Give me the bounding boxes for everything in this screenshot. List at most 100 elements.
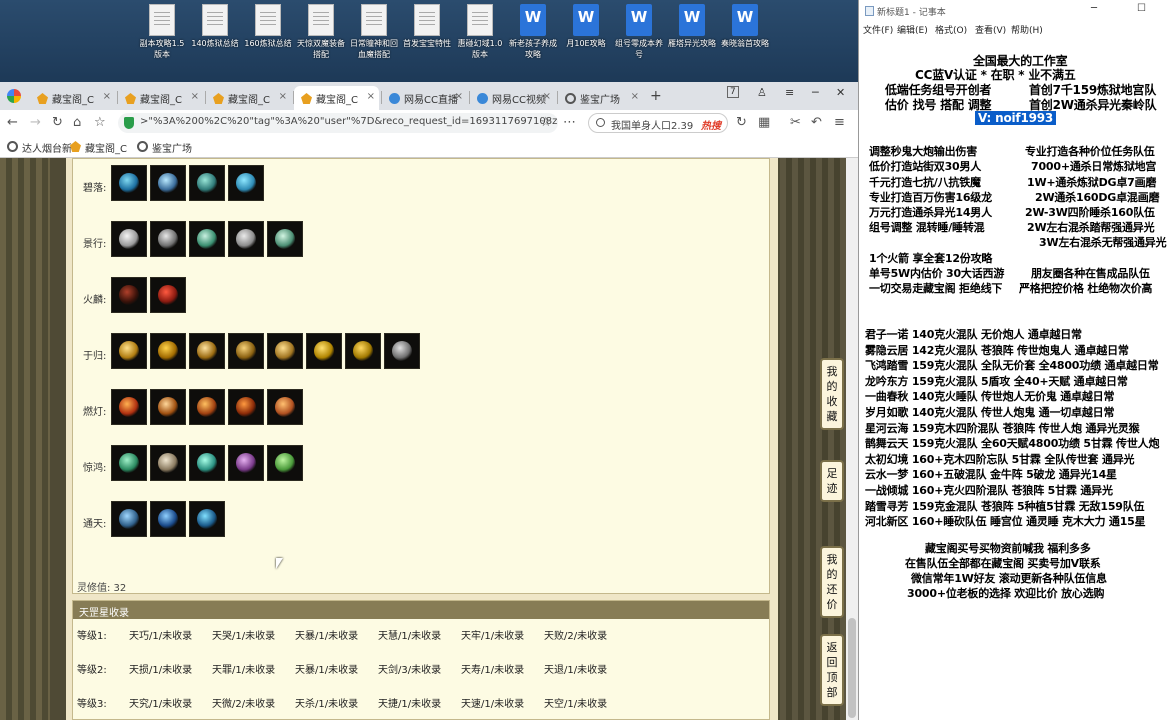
bookmark-2[interactable]: 藏宝阁_C bbox=[70, 140, 127, 155]
tab-close-icon[interactable]: × bbox=[191, 91, 199, 102]
equipment-item-icon[interactable] bbox=[267, 389, 303, 425]
notepad-line: 鹊舞云天 159克火混队 全60天赋4800功绩 5甘霖 传世人炮 bbox=[865, 437, 1160, 451]
equipment-item-icon[interactable] bbox=[111, 165, 147, 201]
equipment-item-icon[interactable] bbox=[111, 445, 147, 481]
notepad-text-area[interactable]: 全国最大的工作室 CC蓝V认证 * 在职 * 业不满五 低端任务组号开创者 首创7千1… bbox=[859, 38, 1170, 720]
forward-icon[interactable]: → bbox=[30, 115, 41, 130]
back-to-top-button[interactable]: 返回顶部 bbox=[820, 634, 844, 706]
equipment-item-icon[interactable] bbox=[267, 333, 303, 369]
notepad-menu-item[interactable]: 文件(F) bbox=[863, 23, 893, 36]
equipment-item-icon[interactable] bbox=[150, 445, 186, 481]
desktop-shortcut[interactable]: 副本攻略1.5版本 bbox=[136, 4, 188, 60]
window-count-badge[interactable]: 7 bbox=[727, 86, 739, 98]
browser-tab[interactable]: 藏宝阁_C × bbox=[30, 86, 115, 110]
browser-tab[interactable]: 鉴宝广场 × bbox=[558, 86, 643, 110]
page-scrollbar[interactable] bbox=[846, 158, 858, 720]
equipment-item-icon[interactable] bbox=[345, 333, 381, 369]
equipment-item-icon[interactable] bbox=[111, 277, 147, 313]
equipment-item-icon[interactable] bbox=[111, 389, 147, 425]
tab-close-icon[interactable]: × bbox=[631, 91, 639, 102]
desktop-shortcut[interactable]: 日常瞳神和回血魔搭配 bbox=[348, 4, 400, 60]
equipment-item-icon[interactable] bbox=[150, 165, 186, 201]
equipment-item-icon[interactable] bbox=[111, 501, 147, 537]
equipment-item-icon[interactable] bbox=[189, 389, 225, 425]
apps-icon[interactable]: ▦ bbox=[758, 115, 770, 130]
equipment-item-icon[interactable] bbox=[150, 221, 186, 257]
text-file-icon bbox=[202, 4, 228, 36]
bookmark-1[interactable]: 达人烟台新 bbox=[7, 140, 72, 155]
new-tab-icon[interactable]: + bbox=[650, 88, 662, 104]
equipment-item-icon[interactable] bbox=[189, 333, 225, 369]
desktop-shortcut[interactable]: 天惊双魔装备搭配 bbox=[295, 4, 347, 60]
equipment-item-icon[interactable] bbox=[228, 389, 264, 425]
desktop-shortcut[interactable]: 首发宝宝特性 bbox=[401, 4, 453, 49]
home-icon[interactable]: ⌂ bbox=[73, 115, 81, 130]
equipment-item-icon[interactable] bbox=[306, 333, 342, 369]
scrollbar-thumb[interactable] bbox=[848, 618, 856, 718]
desktop-shortcut[interactable]: 奏晓翁首攻略 bbox=[719, 4, 771, 49]
reload-icon[interactable]: ↻ bbox=[52, 115, 63, 130]
my-bargains-button[interactable]: 我的还价 bbox=[820, 546, 844, 618]
desktop-shortcut[interactable]: 月10E攻略 bbox=[560, 4, 612, 49]
equipment-item-icon[interactable] bbox=[111, 333, 147, 369]
tab-close-icon[interactable]: × bbox=[543, 91, 551, 102]
browser-tab[interactable]: 藏宝阁_C × bbox=[206, 86, 291, 110]
notepad-line: 严格把控价格 杜绝物次价高 bbox=[1019, 282, 1153, 295]
browser-tab[interactable]: 藏宝阁_C × bbox=[294, 86, 379, 110]
desktop-shortcut[interactable]: 160炼狱总结 bbox=[242, 4, 294, 49]
desktop-shortcut[interactable]: 新老孩子养成攻略 bbox=[507, 4, 559, 60]
desktop-shortcut[interactable]: 140炼狱总结 bbox=[189, 4, 241, 49]
equipment-item-icon[interactable] bbox=[189, 221, 225, 257]
equipment-item-icon[interactable] bbox=[189, 445, 225, 481]
close-icon[interactable]: ✕ bbox=[836, 86, 845, 99]
refresh-icon[interactable]: ↻ bbox=[736, 115, 747, 130]
notepad-menu-item[interactable]: 编辑(E) bbox=[897, 23, 928, 36]
equipment-item-icon[interactable] bbox=[150, 333, 186, 369]
equipment-item-icon[interactable] bbox=[384, 333, 420, 369]
desktop-shortcut[interactable]: 组号零成本养号 bbox=[613, 4, 665, 60]
equipment-item-icon[interactable] bbox=[150, 389, 186, 425]
notepad-menu-item[interactable]: 帮助(H) bbox=[1011, 23, 1043, 36]
equipment-item-icon[interactable] bbox=[228, 221, 264, 257]
star-icon[interactable]: ☆ bbox=[94, 115, 106, 130]
bookmark-3[interactable]: 鉴宝广场 bbox=[137, 140, 192, 155]
desktop-shortcut[interactable]: 惠碰幻域1.0版本 bbox=[454, 4, 506, 60]
tab-close-icon[interactable]: × bbox=[279, 91, 287, 102]
skin-icon[interactable]: ♙ bbox=[757, 86, 767, 99]
equipment-item-icon[interactable] bbox=[150, 277, 186, 313]
undo-icon[interactable]: ↶ bbox=[811, 115, 822, 130]
search-box[interactable]: 我国单身人口2.39 热搜 bbox=[588, 113, 728, 133]
back-icon[interactable]: ← bbox=[7, 115, 18, 130]
minimize-icon[interactable]: ─ bbox=[1091, 3, 1097, 14]
equipment-item-icon[interactable] bbox=[267, 445, 303, 481]
equipment-item-icon[interactable] bbox=[189, 165, 225, 201]
maximize-icon[interactable]: ☐ bbox=[1137, 3, 1146, 14]
minimize-icon[interactable]: ─ bbox=[812, 86, 819, 99]
equipment-item-icon[interactable] bbox=[228, 165, 264, 201]
footprints-button[interactable]: 足迹 bbox=[820, 460, 844, 502]
browser-tab[interactable]: 网易CC直播 × bbox=[382, 86, 467, 110]
equipment-item-icon[interactable] bbox=[267, 221, 303, 257]
address-bar[interactable]: >"%3A%200%2C%20"tag"%3A%20"user"%7D&reco… bbox=[118, 113, 558, 133]
equipment-item-icon[interactable] bbox=[228, 445, 264, 481]
browser-logo-icon[interactable] bbox=[7, 89, 21, 103]
equipment-item-icon[interactable] bbox=[150, 501, 186, 537]
tab-close-icon[interactable]: × bbox=[455, 91, 463, 102]
desktop-shortcut[interactable]: 雁塔异光攻略 bbox=[666, 4, 718, 49]
tab-close-icon[interactable]: × bbox=[103, 91, 111, 102]
notepad-menu-item[interactable]: 格式(O) bbox=[935, 23, 967, 36]
equipment-item-icon[interactable] bbox=[228, 333, 264, 369]
notepad-menu-item[interactable]: 查看(V) bbox=[975, 23, 1006, 36]
cut-icon[interactable]: ✂ bbox=[790, 115, 801, 130]
bookmark-page-icon[interactable]: ☆ bbox=[540, 115, 552, 130]
menu-icon[interactable]: ≡ bbox=[785, 86, 794, 99]
equipment-item-icon[interactable] bbox=[189, 501, 225, 537]
browser-tab[interactable]: 网易CC视频 × bbox=[470, 86, 555, 110]
my-favorites-button[interactable]: 我的收藏 bbox=[820, 358, 844, 430]
more-icon[interactable]: ⋯ bbox=[563, 115, 576, 130]
tab-close-icon[interactable]: × bbox=[367, 91, 375, 102]
globe-icon bbox=[137, 141, 148, 152]
browser-tab[interactable]: 藏宝阁_C × bbox=[118, 86, 203, 110]
equipment-item-icon[interactable] bbox=[111, 221, 147, 257]
menu-lines-icon[interactable]: ≡ bbox=[834, 115, 845, 130]
